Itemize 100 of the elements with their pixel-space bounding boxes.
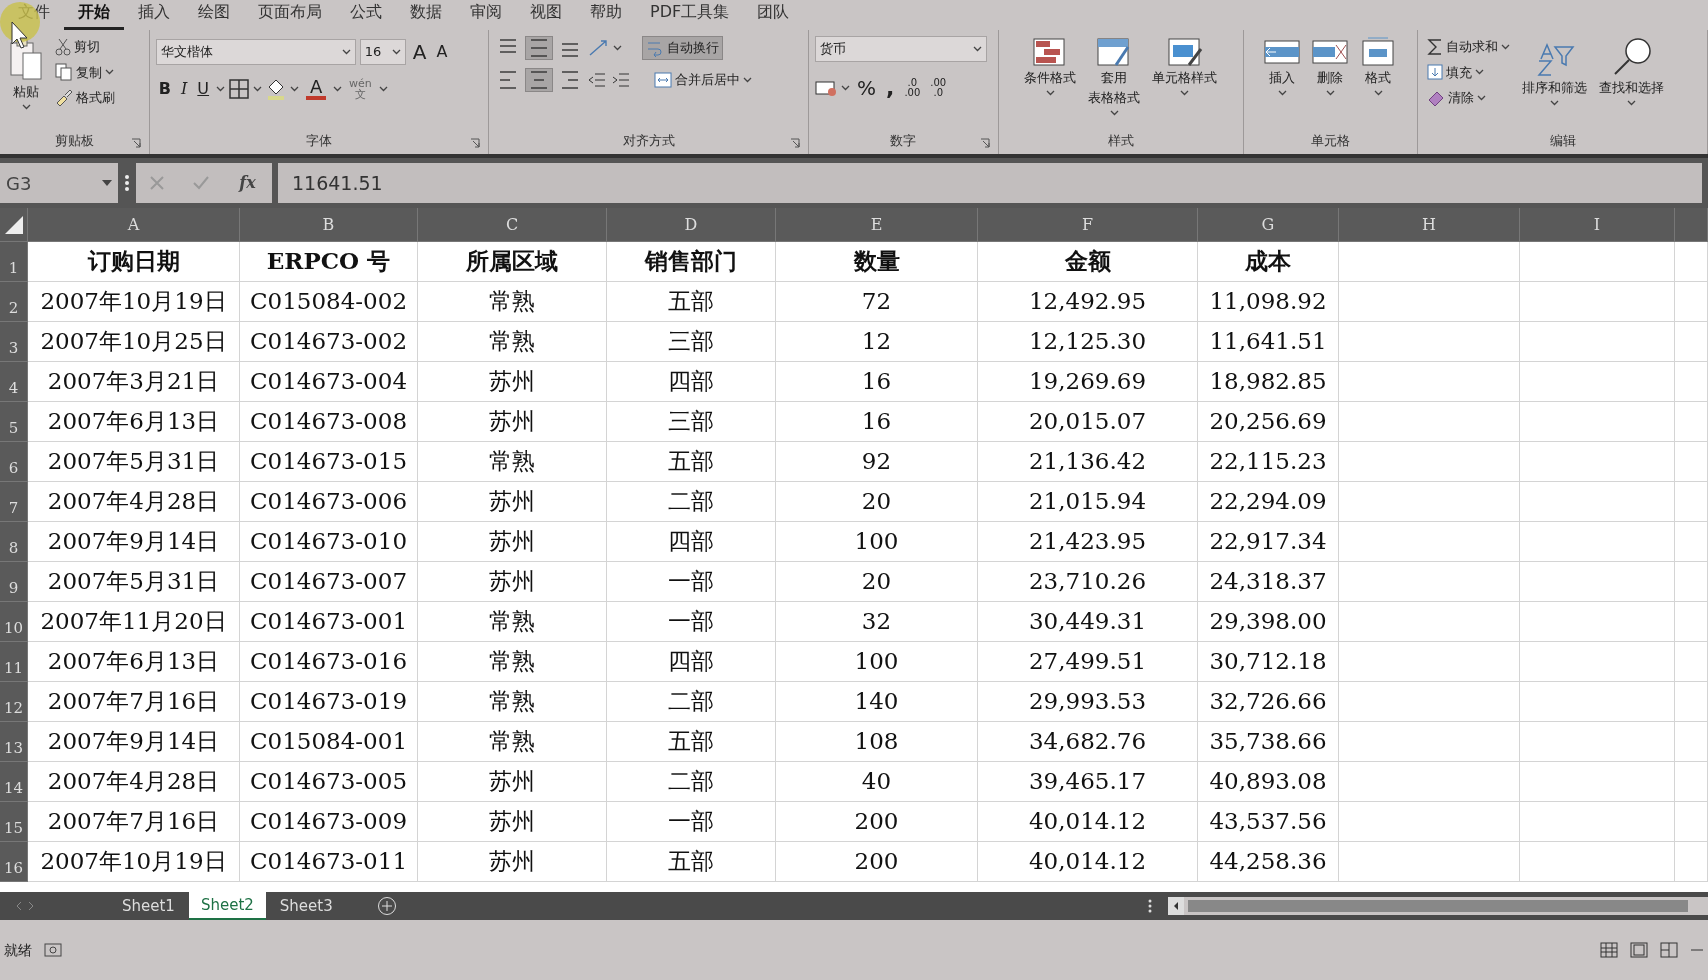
empty-cell[interactable] — [1520, 762, 1675, 802]
wrap-text-button[interactable]: 自动换行 — [642, 36, 724, 60]
column-header[interactable]: A — [28, 208, 240, 242]
italic-button[interactable]: I — [178, 76, 191, 102]
row-header[interactable]: 12 — [0, 682, 28, 722]
currency-icon[interactable] — [815, 78, 838, 97]
empty-cell[interactable] — [1520, 682, 1675, 722]
font-size-field[interactable]: 16 — [359, 39, 406, 65]
column-header[interactable]: B — [240, 208, 418, 242]
column-header[interactable]: C — [418, 208, 607, 242]
phonetic-button[interactable]: wén 文 — [346, 77, 375, 101]
chevron-icon[interactable] — [1109, 109, 1119, 116]
delete-cells-button[interactable]: 删除 — [1309, 36, 1352, 130]
row-header[interactable]: 8 — [0, 522, 28, 562]
comma-button[interactable]: , — [883, 70, 898, 105]
chevron-icon[interactable] — [1180, 89, 1190, 96]
underline-button[interactable]: U — [194, 76, 213, 102]
insert-function-button[interactable]: fx — [236, 170, 259, 196]
empty-cell[interactable] — [1675, 602, 1708, 642]
name-box[interactable]: G3 — [0, 163, 118, 203]
empty-cell[interactable] — [1675, 722, 1708, 762]
column-header[interactable]: I — [1520, 208, 1675, 242]
chevron-icon[interactable] — [1627, 99, 1637, 106]
empty-cell[interactable] — [1520, 602, 1675, 642]
more-icon[interactable] — [124, 173, 130, 193]
empty-cell[interactable] — [1675, 802, 1708, 842]
column-header[interactable]: H — [1339, 208, 1520, 242]
sheet-tab[interactable]: Sheet3 — [267, 892, 345, 920]
empty-cell[interactable] — [1520, 482, 1675, 522]
chevron-icon[interactable] — [1045, 89, 1055, 96]
normal-view-icon[interactable] — [1600, 942, 1618, 958]
empty-cell[interactable] — [1520, 842, 1675, 882]
empty-cell[interactable] — [1520, 322, 1675, 362]
row-header[interactable]: 13 — [0, 722, 28, 762]
chevron-icon[interactable] — [290, 86, 300, 92]
formula-field[interactable]: 11641.51 — [278, 163, 1702, 203]
empty-cell[interactable] — [1339, 482, 1520, 522]
chevron-icon[interactable] — [1325, 89, 1335, 96]
macro-record-icon[interactable] — [44, 943, 62, 957]
grow-font-button[interactable]: A — [409, 36, 430, 68]
dialog-launcher-icon[interactable] — [470, 138, 481, 148]
row-header[interactable]: 9 — [0, 562, 28, 602]
row-header[interactable]: 2 — [0, 282, 28, 322]
align-middle-button[interactable] — [525, 36, 554, 60]
menu-tab[interactable]: 数据 — [396, 2, 456, 30]
empty-cell[interactable] — [1339, 602, 1520, 642]
cancel-icon[interactable] — [149, 175, 166, 191]
fill-button[interactable]: 填充 — [1424, 61, 1514, 83]
number-format-field[interactable]: 货币 — [815, 36, 988, 62]
insert-cells-button[interactable]: 插入 — [1261, 36, 1304, 130]
shrink-font-button[interactable]: A — [433, 39, 451, 65]
cell-styles-button[interactable]: 单元格样式 — [1149, 36, 1221, 130]
menu-tab[interactable]: 开始 — [64, 2, 124, 30]
chevron-icon[interactable] — [973, 46, 983, 52]
row-header[interactable]: 16 — [0, 842, 28, 882]
column-header[interactable]: G — [1198, 208, 1339, 242]
chevron-icon[interactable] — [1550, 99, 1560, 106]
font-name-field[interactable]: 华文楷体 — [155, 39, 356, 65]
increase-indent-icon[interactable] — [611, 70, 632, 90]
cut-button[interactable]: 剪切 — [52, 36, 118, 58]
menu-tab[interactable]: 绘图 — [184, 2, 244, 30]
menu-tab[interactable]: 帮助 — [576, 2, 636, 30]
find-select-button[interactable]: 查找和选择 — [1596, 36, 1668, 130]
page-layout-icon[interactable] — [1630, 942, 1648, 958]
empty-cell[interactable] — [1339, 802, 1520, 842]
chevron-icon[interactable] — [841, 84, 851, 91]
chevron-icon[interactable] — [1373, 89, 1383, 96]
chevron-icon[interactable] — [253, 86, 263, 92]
empty-cell[interactable] — [1520, 722, 1675, 762]
decrease-indent-icon[interactable] — [587, 70, 608, 90]
empty-cell[interactable] — [1339, 562, 1520, 602]
column-header[interactable]: E — [776, 208, 978, 242]
empty-cell[interactable] — [1675, 562, 1708, 602]
page-break-icon[interactable] — [1660, 942, 1678, 958]
empty-cell[interactable] — [1520, 562, 1675, 602]
empty-cell[interactable] — [1675, 642, 1708, 682]
empty-cell[interactable] — [1520, 362, 1675, 402]
sheet-tab[interactable]: Sheet1 — [110, 892, 187, 920]
merge-center-button[interactable]: 合并后居中 — [651, 69, 756, 91]
fill-bucket-icon[interactable] — [266, 78, 287, 100]
chevron-icon[interactable] — [21, 103, 31, 110]
scroll-right-icon[interactable] — [26, 901, 36, 911]
empty-cell[interactable] — [1675, 842, 1708, 882]
row-header[interactable]: 14 — [0, 762, 28, 802]
chevron-icon[interactable] — [743, 77, 753, 83]
row-header[interactable]: 5 — [0, 402, 28, 442]
empty-cell[interactable] — [1339, 442, 1520, 482]
row-header[interactable]: 15 — [0, 802, 28, 842]
increase-decimal-button[interactable]: .0 .00 — [901, 76, 924, 99]
sort-filter-button[interactable]: 排序和筛选 — [1519, 36, 1591, 130]
empty-cell[interactable] — [1520, 442, 1675, 482]
chevron-icon[interactable] — [1501, 43, 1511, 50]
empty-cell[interactable] — [1339, 722, 1520, 762]
column-header[interactable]: F — [978, 208, 1198, 242]
empty-cell[interactable] — [1675, 762, 1708, 802]
borders-icon[interactable] — [229, 79, 250, 99]
row-header[interactable]: 1 — [0, 242, 28, 282]
copy-button[interactable]: 复制 — [52, 61, 118, 83]
empty-cell[interactable] — [1339, 842, 1520, 882]
empty-cell[interactable] — [1339, 322, 1520, 362]
